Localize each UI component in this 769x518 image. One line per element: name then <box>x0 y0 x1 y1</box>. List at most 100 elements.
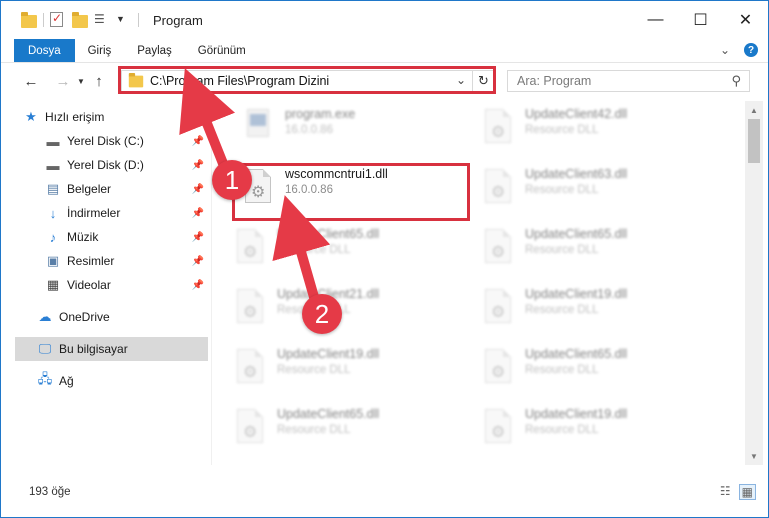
close-button[interactable]: ✕ <box>723 1 768 39</box>
sidebar-item-downloads[interactable]: ↓ İndirmeler 📌 <box>45 201 208 225</box>
sidebar-item-pictures[interactable]: ▣ Resimler 📌 <box>45 249 208 273</box>
scrollbar-thumb[interactable] <box>748 119 760 163</box>
step-badge-1: 1 <box>212 160 252 200</box>
pin-icon[interactable]: 📌 <box>192 232 204 243</box>
sidebar-item-local-disk-d[interactable]: ▬ Yerel Disk (D:) 📌 <box>45 153 208 177</box>
file-name: program.exe <box>285 107 356 121</box>
properties-icon[interactable] <box>50 12 66 28</box>
file-item[interactable]: ⚙ UpdateClient65.dll Resource DLL <box>463 225 693 277</box>
tab-share[interactable]: Paylaş <box>124 39 185 62</box>
forward-button[interactable]: → <box>51 69 75 93</box>
star-icon: ★ <box>25 109 37 124</box>
exe-file-icon <box>241 109 275 149</box>
file-description: Resource DLL <box>525 424 599 436</box>
sidebar-item-label: Hızlı erişim <box>45 110 105 124</box>
download-icon: ↓ <box>49 205 57 221</box>
drive-icon: ▬ <box>46 157 60 173</box>
minimize-button[interactable]: — <box>633 1 678 39</box>
dll-file-icon: ⚙ <box>233 229 267 269</box>
file-item-program-exe[interactable]: program.exe 16.0.0.86 <box>223 105 453 157</box>
file-description: Resource DLL <box>277 364 351 376</box>
scroll-up-icon[interactable]: ▲ <box>745 103 763 117</box>
search-icon: ⚲ <box>731 73 741 88</box>
sidebar-item-network[interactable]: 🖧 Ağ <box>37 369 208 393</box>
file-description: Resource DLL <box>525 364 599 376</box>
scroll-down-icon[interactable]: ▼ <box>745 449 763 463</box>
sidebar-item-label: Resimler <box>67 254 115 268</box>
pin-icon[interactable]: 📌 <box>192 160 204 171</box>
file-item[interactable]: ⚙ UpdateClient19.dll Resource DLL <box>463 285 693 337</box>
file-item[interactable]: ⚙ UpdateClient63.dll Resource DLL <box>463 165 693 217</box>
pin-icon[interactable]: 📌 <box>192 136 204 147</box>
vertical-scrollbar[interactable]: ▲ ▼ <box>745 101 763 465</box>
sidebar-item-label: Belgeler <box>67 182 112 196</box>
file-name: UpdateClient42.dll <box>525 107 628 121</box>
documents-icon: ▤ <box>46 181 60 196</box>
network-icon: 🖧 <box>37 371 53 386</box>
step-badge-2: 2 <box>302 294 342 334</box>
sidebar-item-label: Bu bilgisayar <box>59 342 128 356</box>
up-button[interactable]: ↑ <box>87 69 111 93</box>
dll-file-icon: ⚙ <box>233 349 267 389</box>
pin-icon[interactable]: 📌 <box>192 184 204 195</box>
file-name: UpdateClient65.dll <box>525 227 628 241</box>
pin-icon[interactable]: 📌 <box>192 280 204 291</box>
rename-icon[interactable]: ☰ <box>94 12 110 28</box>
file-name: UpdateClient65.dll <box>277 227 380 241</box>
help-icon[interactable]: ? <box>744 43 758 57</box>
dll-file-icon: ⚙ <box>481 109 515 149</box>
search-placeholder: Ara: Program <box>517 74 592 88</box>
status-bar: 193 öğe ☷ ▦ <box>1 481 768 503</box>
sidebar-item-music[interactable]: ♪ Müzik 📌 <box>45 225 208 249</box>
window-title: Program <box>153 12 203 28</box>
file-item[interactable]: ⚙ UpdateClient42.dll Resource DLL <box>463 105 693 157</box>
file-description: Resource DLL <box>525 124 599 136</box>
folder-icon <box>21 12 37 28</box>
expand-ribbon-icon[interactable]: ⌄ <box>720 43 730 57</box>
dll-file-icon: ⚙ <box>233 289 267 329</box>
customize-toolbar-chevron-icon[interactable]: ▼ <box>116 14 132 30</box>
navigation-pane: ★ Hızlı erişim ▬ Yerel Disk (C:) 📌 ▬ Yer… <box>1 103 211 465</box>
file-name: UpdateClient19.dll <box>277 347 380 361</box>
sidebar-item-documents[interactable]: ▤ Belgeler 📌 <box>45 177 208 201</box>
file-description: Resource DLL <box>277 424 351 436</box>
file-item[interactable]: ⚙ UpdateClient65.dll Resource DLL <box>463 345 693 397</box>
sidebar-item-this-pc[interactable]: 🖵 Bu bilgisayar <box>15 337 208 361</box>
sidebar-item-videos[interactable]: ▦ Videolar 📌 <box>45 273 208 297</box>
videos-icon: ▦ <box>46 277 60 292</box>
tab-home[interactable]: Giriş <box>75 39 125 62</box>
address-bar-highlight <box>118 66 496 94</box>
file-item[interactable]: ⚙ UpdateClient65.dll Resource DLL <box>215 405 445 457</box>
sidebar-item-onedrive[interactable]: ☁ OneDrive <box>37 305 208 329</box>
file-description: Resource DLL <box>525 244 599 256</box>
ribbon-tabs: Dosya Giriş Paylaş Görünüm ⌄ ? <box>1 39 768 63</box>
file-description: Resource DLL <box>525 304 599 316</box>
sidebar-item-label: Yerel Disk (C:) <box>67 134 144 148</box>
pin-icon[interactable]: 📌 <box>192 256 204 267</box>
window-controls: — ☐ ✕ <box>633 1 768 39</box>
large-icons-view-icon[interactable]: ▦ <box>738 484 756 500</box>
drive-icon: ▬ <box>46 133 60 149</box>
file-version: 16.0.0.86 <box>285 124 333 136</box>
sidebar-item-label: Videolar <box>67 278 111 292</box>
file-item[interactable]: ⚙ UpdateClient19.dll Resource DLL <box>463 405 693 457</box>
sidebar-item-local-disk-c[interactable]: ▬ Yerel Disk (C:) 📌 <box>45 129 208 153</box>
new-folder-icon[interactable] <box>72 12 88 28</box>
pin-icon[interactable]: 📌 <box>192 208 204 219</box>
sidebar-item-quick-access[interactable]: ★ Hızlı erişim <box>23 105 230 129</box>
maximize-button[interactable]: ☐ <box>678 1 723 39</box>
tab-file[interactable]: Dosya <box>14 39 75 62</box>
view-buttons: ☷ ▦ <box>720 484 756 500</box>
tab-view[interactable]: Görünüm <box>185 39 259 62</box>
back-button[interactable]: ← <box>19 69 43 93</box>
recent-locations-icon[interactable]: ▼ <box>75 69 87 93</box>
details-view-icon[interactable]: ☷ <box>720 484 731 500</box>
file-description: Resource DLL <box>525 184 599 196</box>
sidebar-item-label: İndirmeler <box>67 206 121 220</box>
pane-divider[interactable] <box>211 101 212 465</box>
file-item[interactable]: ⚙ UpdateClient19.dll Resource DLL <box>215 345 445 397</box>
pictures-icon: ▣ <box>46 253 60 268</box>
search-box[interactable]: Ara: Program ⚲ <box>507 70 750 92</box>
title-bar: ☰ ▼ Program — ☐ ✕ <box>1 1 768 39</box>
file-item[interactable]: ⚙ UpdateClient65.dll Resource DLL <box>215 225 445 277</box>
